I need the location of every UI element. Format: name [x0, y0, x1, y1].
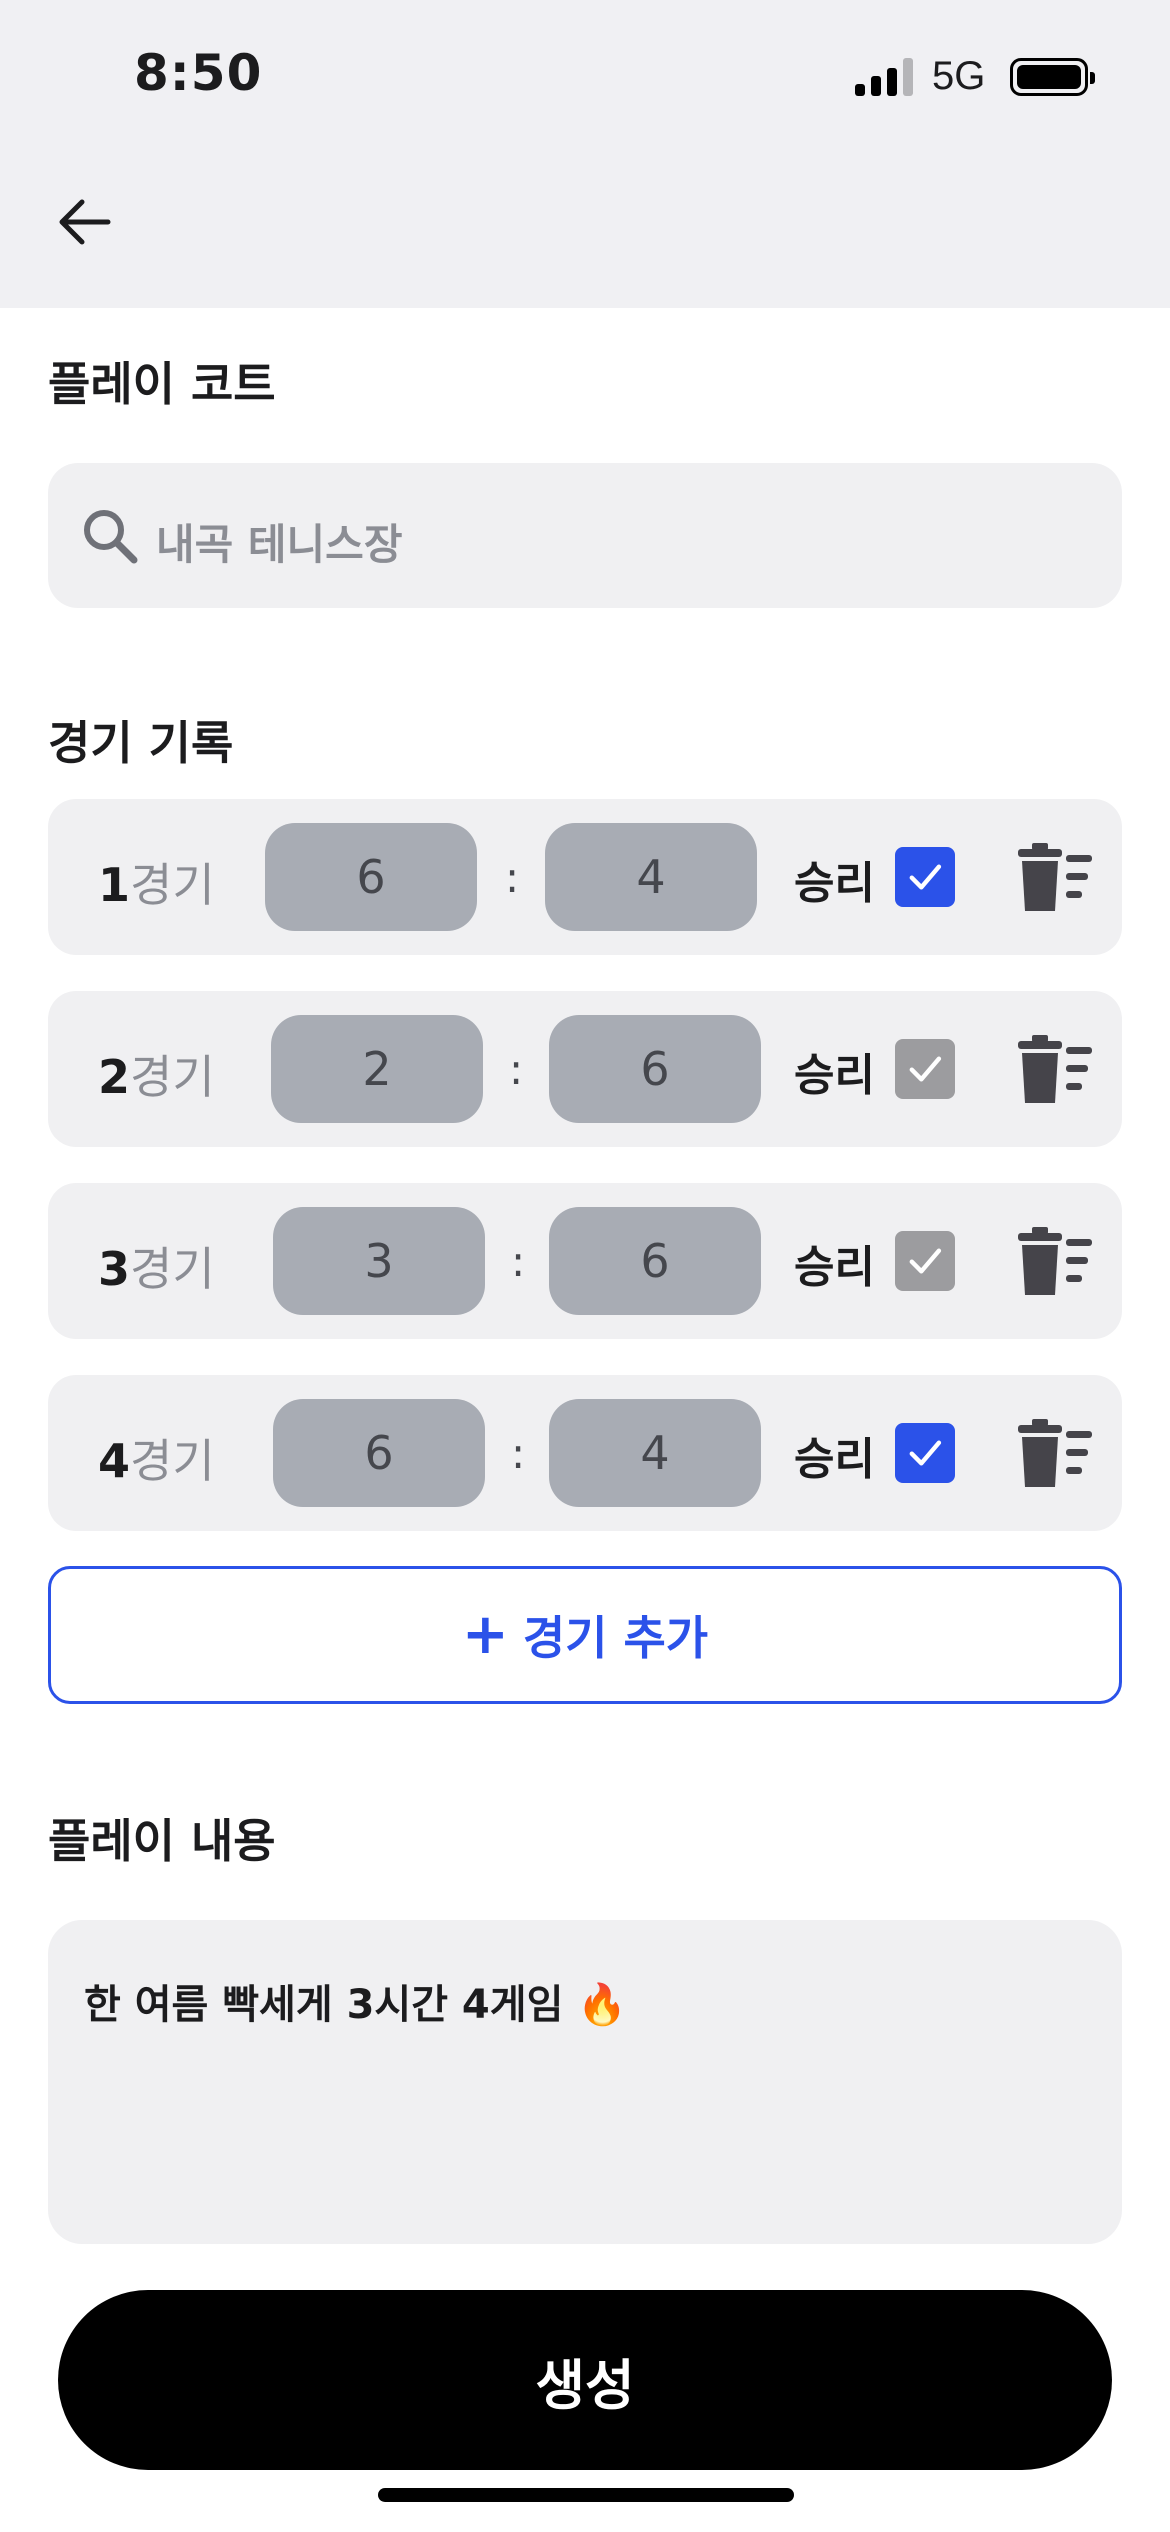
trash-icon	[1018, 1419, 1094, 1493]
score-b-value: 4	[636, 850, 666, 904]
game-label: 1경기	[98, 849, 215, 915]
game-number: 4	[98, 1434, 131, 1488]
trash-icon	[1018, 843, 1094, 917]
game-number: 1	[98, 858, 131, 912]
delete-game-button[interactable]	[1018, 843, 1094, 913]
game-number: 2	[98, 1050, 131, 1104]
score-b-input[interactable]: 6	[549, 1015, 761, 1123]
score-a-value: 2	[362, 1042, 392, 1096]
score-separator: :	[511, 1237, 526, 1286]
court-section-title: 플레이 코트	[48, 357, 276, 411]
score-separator: :	[505, 853, 520, 902]
win-checkbox[interactable]	[895, 1039, 955, 1099]
score-b-input[interactable]: 4	[549, 1399, 761, 1507]
search-icon	[84, 510, 138, 564]
game-number: 3	[98, 1242, 131, 1296]
game-suffix: 경기	[130, 1050, 215, 1104]
win-label: 승리	[794, 1242, 875, 1293]
create-button[interactable]: 생성	[58, 2290, 1112, 2470]
game-suffix: 경기	[130, 1242, 215, 1296]
game-label: 3경기	[98, 1233, 215, 1299]
score-a-input[interactable]: 3	[273, 1207, 485, 1315]
top-bar: 8:50 5G	[0, 0, 1170, 308]
court-search-value: 내곡 테니스장	[156, 520, 403, 569]
checkmark-icon	[903, 855, 947, 899]
back-button[interactable]	[48, 186, 120, 258]
score-b-input[interactable]: 6	[549, 1207, 761, 1315]
home-indicator	[378, 2488, 794, 2502]
arrow-left-icon	[59, 199, 111, 245]
play-content-textarea[interactable]: 한 여름 빡세게 3시간 4게임 🔥	[48, 1920, 1122, 2244]
signal-icon	[855, 58, 915, 96]
score-a-input[interactable]: 2	[271, 1015, 483, 1123]
score-a-value: 6	[364, 1426, 394, 1480]
score-a-input[interactable]: 6	[273, 1399, 485, 1507]
score-a-value: 3	[364, 1234, 394, 1288]
win-checkbox[interactable]	[895, 1423, 955, 1483]
win-label: 승리	[794, 1434, 875, 1485]
score-b-value: 4	[640, 1426, 670, 1480]
game-suffix: 경기	[130, 1434, 215, 1488]
court-search-input[interactable]: 내곡 테니스장	[48, 463, 1122, 608]
score-b-value: 6	[640, 1234, 670, 1288]
game-row: 2경기 2:6 승리	[48, 991, 1122, 1147]
delete-game-button[interactable]	[1018, 1227, 1094, 1297]
network-label: 5G	[932, 54, 986, 98]
score-b-input[interactable]: 4	[545, 823, 757, 931]
game-row: 4경기 6:4 승리	[48, 1375, 1122, 1531]
checkmark-icon	[903, 1047, 947, 1091]
score-a-value: 6	[356, 850, 386, 904]
score-b-value: 6	[640, 1042, 670, 1096]
score-separator: :	[509, 1045, 524, 1094]
win-label: 승리	[794, 1050, 875, 1101]
game-suffix: 경기	[130, 858, 215, 912]
play-content-text: 한 여름 빡세게 3시간 4게임 🔥	[84, 1982, 628, 2028]
checkmark-icon	[903, 1431, 947, 1475]
add-game-label: 경기 추가	[522, 1611, 709, 1665]
score-a-input[interactable]: 6	[265, 823, 477, 931]
score-separator: :	[511, 1429, 526, 1478]
win-checkbox[interactable]	[895, 847, 955, 907]
game-label: 4경기	[98, 1425, 215, 1491]
game-row: 1경기 6: 4 승리	[48, 799, 1122, 955]
content-section-title: 플레이 내용	[48, 1814, 276, 1868]
game-row: 3경기 3:6 승리	[48, 1183, 1122, 1339]
add-game-button[interactable]: + 경기 추가	[48, 1566, 1122, 1704]
win-checkbox[interactable]	[895, 1231, 955, 1291]
records-section-title: 경기 기록	[48, 716, 234, 770]
game-label: 2경기	[98, 1041, 215, 1107]
win-label: 승리	[794, 858, 875, 909]
battery-icon	[1010, 58, 1095, 96]
trash-icon	[1018, 1035, 1094, 1109]
trash-icon	[1018, 1227, 1094, 1301]
status-time: 8:50	[134, 44, 263, 102]
delete-game-button[interactable]	[1018, 1035, 1094, 1105]
plus-icon: +	[461, 1602, 509, 1667]
delete-game-button[interactable]	[1018, 1419, 1094, 1489]
checkmark-icon	[903, 1239, 947, 1283]
create-button-label: 생성	[535, 2353, 635, 2417]
